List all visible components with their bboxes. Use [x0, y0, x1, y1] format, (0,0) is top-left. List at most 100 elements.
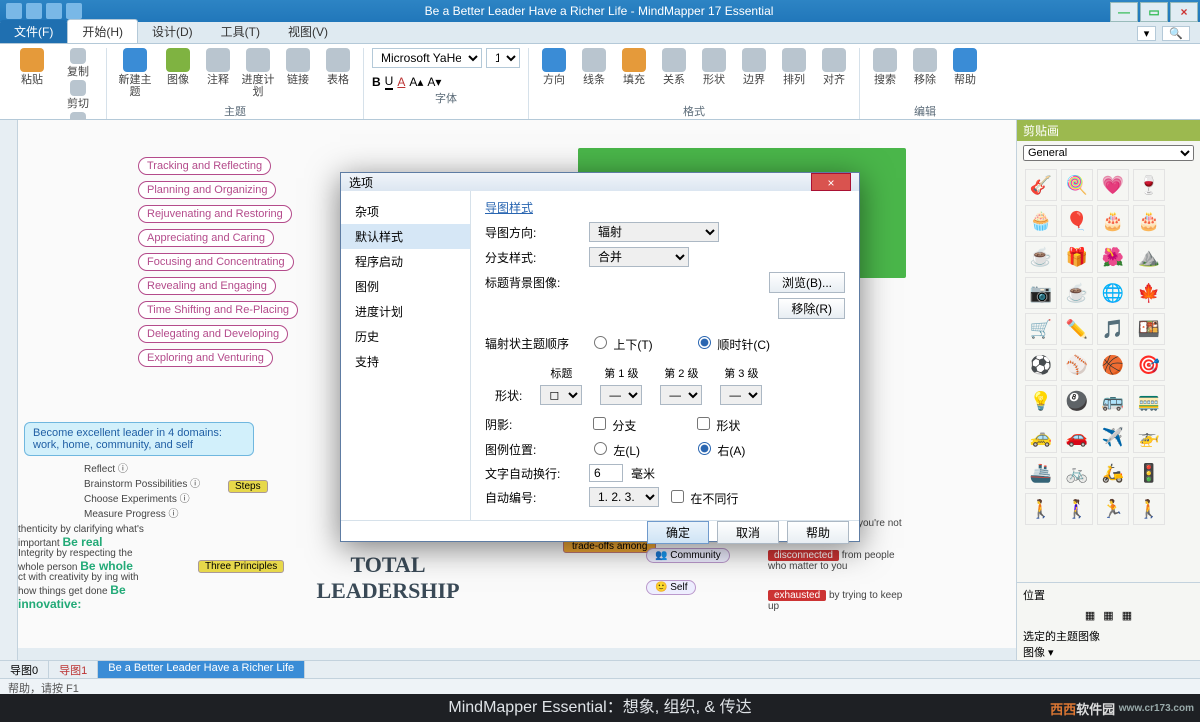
- clipart-item[interactable]: ☕: [1025, 241, 1057, 273]
- qat-icon[interactable]: [66, 3, 82, 19]
- image-dropdown[interactable]: 图像: [1023, 647, 1045, 659]
- autowrap-input[interactable]: [589, 464, 623, 482]
- clipart-item[interactable]: 🎁: [1061, 241, 1093, 273]
- options-item[interactable]: 默认样式: [341, 224, 470, 249]
- chk-autonum-sameline[interactable]: 在不同行: [667, 487, 763, 507]
- paste-button[interactable]: 粘贴: [12, 48, 52, 86]
- clipart-item[interactable]: 🎂: [1133, 205, 1165, 237]
- be-real-tag[interactable]: Be real: [62, 535, 102, 549]
- radio-clockwise[interactable]: 顺时针(C): [693, 333, 789, 353]
- clipart-item[interactable]: 🍱: [1133, 313, 1165, 345]
- options-item[interactable]: 历史: [341, 324, 470, 349]
- clipart-item[interactable]: 🚗: [1061, 421, 1093, 453]
- clipart-item[interactable]: 🎸: [1025, 169, 1057, 201]
- fill-button[interactable]: 填充: [617, 48, 651, 86]
- pos-btn[interactable]: ▦: [1103, 609, 1113, 622]
- callout-leader[interactable]: Become excellent leader in 4 domains: wo…: [24, 422, 254, 456]
- clipart-item[interactable]: 🎯: [1133, 349, 1165, 381]
- bold-button[interactable]: B: [372, 75, 381, 89]
- clipart-item[interactable]: 💗: [1097, 169, 1129, 201]
- clipart-item[interactable]: 🍭: [1061, 169, 1093, 201]
- clipart-item[interactable]: ☕: [1061, 277, 1093, 309]
- steps-tag[interactable]: Steps: [228, 480, 268, 493]
- clipart-item[interactable]: 🧁: [1025, 205, 1057, 237]
- font-size-select[interactable]: 14: [486, 48, 520, 68]
- branch-node[interactable]: Tracking and Reflecting: [138, 157, 271, 175]
- clipart-item[interactable]: ✈️: [1097, 421, 1129, 453]
- mini-search-icon[interactable]: 🔍: [1162, 26, 1190, 41]
- image-button[interactable]: 图像: [161, 48, 195, 86]
- clipart-item[interactable]: 🚢: [1025, 457, 1057, 489]
- clipart-item[interactable]: 🍁: [1133, 277, 1165, 309]
- table-button[interactable]: 表格: [321, 48, 355, 86]
- community-node[interactable]: 👥 Community: [646, 548, 730, 563]
- shape-l3-select[interactable]: —: [720, 385, 762, 405]
- line-button[interactable]: 线条: [577, 48, 611, 86]
- link-button[interactable]: 链接: [281, 48, 315, 86]
- tab-view[interactable]: 视图(V): [274, 20, 342, 43]
- total-leadership-title[interactable]: TOTAL LEADERSHIP: [308, 552, 468, 604]
- dialog-help-button[interactable]: 帮助: [787, 521, 849, 544]
- new-topic-button[interactable]: 新建主题: [115, 48, 155, 98]
- clipart-item[interactable]: ⛰️: [1133, 241, 1165, 273]
- border-button[interactable]: 边界: [737, 48, 771, 86]
- shape-button[interactable]: 形状: [697, 48, 731, 86]
- schedule-button[interactable]: 进度计划: [241, 48, 275, 98]
- tab-home[interactable]: 开始(H): [67, 19, 138, 43]
- browse-button[interactable]: 浏览(B)...: [769, 272, 845, 293]
- be-whole-tag[interactable]: Be whole: [80, 559, 133, 573]
- clipart-item[interactable]: 🚶: [1133, 493, 1165, 525]
- help-button[interactable]: 帮助: [948, 48, 982, 86]
- align-button[interactable]: 对齐: [817, 48, 851, 86]
- clipart-item[interactable]: ⚾: [1061, 349, 1093, 381]
- branch-node[interactable]: Time Shifting and Re-Placing: [138, 301, 298, 319]
- cut-button[interactable]: 剪切: [58, 80, 98, 110]
- sheet-tab[interactable]: 导图1: [49, 661, 98, 678]
- font-shrink-button[interactable]: A▾: [427, 75, 441, 89]
- clipart-item[interactable]: 🛒: [1025, 313, 1057, 345]
- map-direction-select[interactable]: 辐射: [589, 222, 719, 242]
- remove-button[interactable]: 移除: [908, 48, 942, 86]
- clipart-item[interactable]: 🏃: [1097, 493, 1129, 525]
- clipart-category-select[interactable]: General: [1023, 145, 1194, 161]
- clipart-item[interactable]: 💡: [1025, 385, 1057, 417]
- branch-node[interactable]: Focusing and Concentrating: [138, 253, 294, 271]
- clipart-item[interactable]: 🚌: [1097, 385, 1129, 417]
- clipart-item[interactable]: 🎱: [1061, 385, 1093, 417]
- note-button[interactable]: 注释: [201, 48, 235, 86]
- clipart-item[interactable]: 🚕: [1025, 421, 1057, 453]
- direction-button[interactable]: 方向: [537, 48, 571, 86]
- clipart-item[interactable]: 🚦: [1133, 457, 1165, 489]
- shape-l2-select[interactable]: —: [660, 385, 702, 405]
- tab-design[interactable]: 设计(D): [138, 20, 207, 43]
- branch-node[interactable]: Planning and Organizing: [138, 181, 276, 199]
- pos-btn[interactable]: ▦: [1085, 609, 1095, 622]
- clipart-item[interactable]: 🎂: [1097, 205, 1129, 237]
- minimize-button[interactable]: —: [1110, 2, 1138, 22]
- clipart-item[interactable]: 🚁: [1133, 421, 1165, 453]
- clipart-item[interactable]: 🎵: [1097, 313, 1129, 345]
- branch-style-select[interactable]: 合并: [589, 247, 689, 267]
- font-grow-button[interactable]: A▴: [409, 75, 423, 89]
- clipart-item[interactable]: 🚶: [1025, 493, 1057, 525]
- tab-tools[interactable]: 工具(T): [207, 20, 274, 43]
- relation-button[interactable]: 关系: [657, 48, 691, 86]
- three-principles-tag[interactable]: Three Principles: [198, 560, 284, 573]
- shape-title-select[interactable]: ◻: [540, 385, 582, 405]
- radio-legend-left[interactable]: 左(L): [589, 439, 685, 459]
- tab-file[interactable]: 文件(F): [0, 20, 67, 43]
- ok-button[interactable]: 确定: [647, 521, 709, 544]
- clipart-item[interactable]: 🌐: [1097, 277, 1129, 309]
- font-color-button[interactable]: A: [397, 75, 405, 89]
- clipart-item[interactable]: 🚃: [1133, 385, 1165, 417]
- clipart-item[interactable]: 🍷: [1133, 169, 1165, 201]
- underline-button[interactable]: U: [385, 74, 394, 90]
- clipart-item[interactable]: 📷: [1025, 277, 1057, 309]
- radio-legend-right[interactable]: 右(A): [693, 439, 789, 459]
- chk-shadow-shape[interactable]: 形状: [693, 414, 789, 434]
- search-button[interactable]: 搜索: [868, 48, 902, 86]
- clipart-item[interactable]: 🚶‍♀️: [1061, 493, 1093, 525]
- pos-btn[interactable]: ▦: [1122, 609, 1132, 622]
- autonum-select[interactable]: 1. 2. 3.: [589, 487, 659, 507]
- clipart-item[interactable]: 🚲: [1061, 457, 1093, 489]
